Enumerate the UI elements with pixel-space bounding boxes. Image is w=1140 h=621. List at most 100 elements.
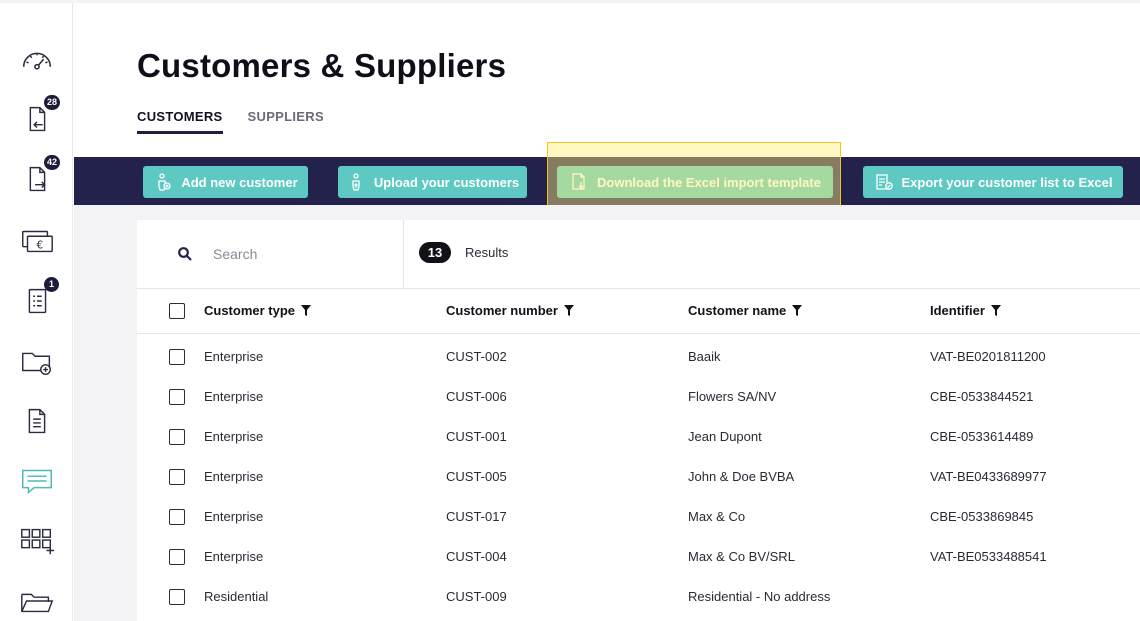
column-label: Customer number bbox=[446, 303, 558, 318]
tab-bar: CUSTOMERS SUPPLIERS bbox=[137, 109, 324, 134]
sidebar-item-apps[interactable] bbox=[0, 513, 73, 569]
cell-customer-name: Max & Co BV/SRL bbox=[688, 549, 795, 564]
folder-plus-icon bbox=[21, 352, 51, 376]
main-content: Customers & Suppliers CUSTOMERS SUPPLIER… bbox=[74, 3, 1140, 621]
cell-customer-number: CUST-002 bbox=[446, 349, 507, 364]
sidebar-item-messages[interactable] bbox=[0, 453, 73, 509]
column-label: Identifier bbox=[930, 303, 985, 318]
filter-icon[interactable] bbox=[563, 305, 574, 316]
upload-customers-label: Upload your customers bbox=[373, 174, 520, 190]
search-area bbox=[137, 220, 404, 288]
table-row[interactable]: Enterprise CUST-017 Max & Co CBE-0533869… bbox=[137, 497, 1140, 537]
speedometer-icon bbox=[22, 52, 51, 70]
row-checkbox[interactable] bbox=[169, 589, 185, 605]
folder-open-icon bbox=[20, 593, 53, 613]
cell-customer-name: Baaik bbox=[688, 349, 721, 364]
column-header-customer-number[interactable]: Customer number bbox=[446, 303, 574, 318]
row-checkbox[interactable] bbox=[169, 429, 185, 445]
cell-customer-type: Enterprise bbox=[204, 469, 264, 484]
sidebar-item-incoming[interactable]: 28 bbox=[0, 91, 73, 147]
cell-customer-number: CUST-005 bbox=[446, 469, 507, 484]
sidebar-item-dashboard[interactable] bbox=[0, 33, 73, 89]
tab-suppliers[interactable]: SUPPLIERS bbox=[248, 109, 324, 134]
table-row[interactable]: Enterprise CUST-001 Jean Dupont CBE-0533… bbox=[137, 417, 1140, 457]
row-checkbox[interactable] bbox=[169, 549, 185, 565]
cell-customer-type: Enterprise bbox=[204, 429, 264, 444]
cell-customer-name: Flowers SA/NV bbox=[688, 389, 777, 404]
svg-text:€: € bbox=[36, 240, 43, 252]
cell-customer-name: Residential - No address bbox=[688, 589, 831, 604]
tab-customers[interactable]: CUSTOMERS bbox=[137, 109, 223, 134]
add-person-icon bbox=[158, 173, 171, 191]
cell-customer-number: CUST-009 bbox=[446, 589, 507, 604]
cell-customer-number: CUST-006 bbox=[446, 389, 507, 404]
sidebar-item-tasks[interactable]: 1 bbox=[0, 273, 73, 329]
table-row[interactable]: Enterprise CUST-005 John & Doe BVBA VAT-… bbox=[137, 457, 1140, 497]
upload-customers-button[interactable]: Upload your customers bbox=[338, 166, 527, 198]
cell-customer-type: Enterprise bbox=[204, 389, 264, 404]
sidebar-item-payments[interactable]: € bbox=[0, 213, 73, 269]
sidebar-item-outgoing[interactable]: 42 bbox=[0, 151, 73, 207]
select-all-checkbox[interactable] bbox=[169, 303, 185, 319]
sidebar-item-reports[interactable] bbox=[0, 393, 73, 449]
column-label: Customer type bbox=[204, 303, 296, 318]
table-row[interactable]: Enterprise CUST-002 Baaik VAT-BE02018112… bbox=[137, 337, 1140, 377]
row-checkbox[interactable] bbox=[169, 389, 185, 405]
row-checkbox[interactable] bbox=[169, 349, 185, 365]
tasks-badge: 1 bbox=[44, 277, 59, 292]
filter-icon[interactable] bbox=[990, 305, 1001, 316]
euro-cards-icon: € bbox=[21, 230, 53, 253]
search-input[interactable] bbox=[213, 242, 383, 266]
sidebar-item-documents[interactable] bbox=[0, 573, 73, 621]
customers-table-panel: 13 Results Customer type Customer number… bbox=[137, 220, 1140, 621]
sidebar-item-add-folder[interactable] bbox=[0, 333, 73, 389]
cell-identifier: CBE-0533869845 bbox=[930, 509, 1034, 524]
cell-customer-name: Max & Co bbox=[688, 509, 746, 524]
table-row[interactable]: Enterprise CUST-006 Flowers SA/NV CBE-05… bbox=[137, 377, 1140, 417]
cell-customer-type: Enterprise bbox=[204, 349, 264, 364]
cell-customer-type: Enterprise bbox=[204, 509, 264, 524]
cell-identifier: CBE-0533614489 bbox=[930, 429, 1034, 444]
cell-customer-type: Residential bbox=[204, 589, 269, 604]
table-header: Customer type Customer number Customer n… bbox=[137, 288, 1140, 334]
table-row[interactable]: Residential CUST-009 Residential - No ad… bbox=[137, 577, 1140, 617]
cell-customer-name: Jean Dupont bbox=[688, 429, 762, 444]
document-lines-icon bbox=[28, 408, 45, 434]
row-checkbox[interactable] bbox=[169, 509, 185, 525]
filter-icon[interactable] bbox=[792, 305, 803, 316]
results-label: Results bbox=[465, 245, 509, 260]
column-header-customer-name[interactable]: Customer name bbox=[688, 303, 803, 318]
grid-plus-icon bbox=[20, 528, 54, 555]
filter-icon[interactable] bbox=[301, 305, 312, 316]
cell-identifier: CBE-0533844521 bbox=[930, 389, 1034, 404]
column-header-identifier[interactable]: Identifier bbox=[930, 303, 1001, 318]
add-customer-button[interactable]: Add new customer bbox=[143, 166, 308, 198]
cell-customer-number: CUST-004 bbox=[446, 549, 507, 564]
row-checkbox[interactable] bbox=[169, 469, 185, 485]
download-template-button[interactable]: Download the Excel import template bbox=[557, 166, 833, 198]
table-row[interactable]: Enterprise CUST-004 Max & Co BV/SRL VAT-… bbox=[137, 537, 1140, 577]
document-export-icon bbox=[875, 174, 893, 190]
export-excel-label: Export your customer list to Excel bbox=[901, 174, 1113, 190]
results-summary: 13 Results bbox=[419, 242, 508, 263]
message-icon bbox=[21, 469, 52, 495]
cell-identifier: VAT-BE0201811200 bbox=[930, 349, 1046, 364]
export-excel-button[interactable]: Export your customer list to Excel bbox=[863, 166, 1123, 198]
results-count: 13 bbox=[419, 242, 451, 263]
upload-person-icon bbox=[352, 173, 360, 191]
download-template-label: Download the Excel import template bbox=[597, 174, 821, 190]
action-toolbar: Add new customer Upload your customers D… bbox=[74, 157, 1140, 205]
page-title: Customers & Suppliers bbox=[137, 47, 507, 84]
cell-customer-number: CUST-017 bbox=[446, 509, 507, 524]
cell-identifier: VAT-BE0433689977 bbox=[930, 469, 1047, 484]
outgoing-badge: 42 bbox=[44, 155, 61, 170]
document-download-icon bbox=[572, 173, 585, 190]
cell-identifier: VAT-BE0533488541 bbox=[930, 549, 1047, 564]
sidebar: 28 42 € 1 bbox=[0, 3, 73, 621]
cell-customer-number: CUST-001 bbox=[446, 429, 507, 444]
column-header-customer-type[interactable]: Customer type bbox=[204, 303, 312, 318]
incoming-badge: 28 bbox=[44, 95, 61, 110]
cell-customer-type: Enterprise bbox=[204, 549, 264, 564]
column-label: Customer name bbox=[688, 303, 787, 318]
cell-customer-name: John & Doe BVBA bbox=[688, 469, 795, 484]
